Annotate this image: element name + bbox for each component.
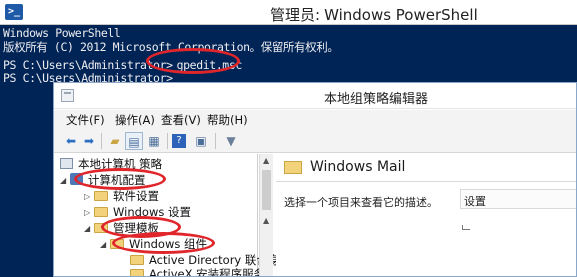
powershell-window-title: 管理员: Windows PowerShell (270, 4, 478, 25)
filter-icon[interactable]: ▼ (222, 132, 240, 150)
detail-description: 选择一个项目来查看它的描述。 (284, 196, 438, 209)
tree-item-root[interactable]: 本地计算机 策略 (60, 156, 162, 172)
gpedit-window: 本地组策略编辑器 文件(F) 操作(A) 查看(V) 帮助(H) ⬅ ➡ ▰ ▤… (53, 82, 577, 277)
toolbar: ⬅ ➡ ▰ ▤ ▦ ? ▣ ▼ (54, 129, 576, 153)
menu-bar: 文件(F) 操作(A) 查看(V) 帮助(H) (54, 110, 576, 129)
folder-icon (130, 255, 144, 265)
gpedit-titlebar: 本地组策略编辑器 (54, 83, 576, 109)
column-header-setting[interactable]: 设置 (460, 189, 576, 209)
menu-view[interactable]: 查看(V) (161, 112, 201, 128)
detail-pane: Windows Mail 选择一个项目来查看它的描述。 设置 (276, 154, 576, 276)
policy-tree: 本地计算机 策略 ◢ 计算机配置 ▷ 软件设置 ▷ Windows 设置 ◢ 管理模板 … (54, 154, 291, 276)
forward-arrow-icon[interactable]: ➡ (80, 132, 98, 150)
back-arrow-icon[interactable]: ⬅ (62, 132, 80, 150)
computer-policy-icon (60, 158, 73, 169)
tree-item-label: 软件设置 (113, 189, 159, 203)
powershell-icon: >_ (5, 4, 23, 20)
expanded-arrow-icon[interactable]: ◢ (100, 240, 110, 249)
powershell-titlebar: >_ 管理员: Windows PowerShell (0, 0, 577, 25)
console-line-banner: Windows PowerShell (3, 26, 121, 40)
menu-file[interactable]: 文件(F) (66, 112, 105, 128)
folder-icon (94, 191, 108, 201)
toolbar-separator (101, 133, 102, 149)
tree-item-windows-components[interactable]: ◢ Windows 组件 (100, 236, 207, 252)
computer-config-icon (70, 173, 83, 185)
title-app-name: Windows PowerShell (324, 6, 478, 24)
console-command: gpedit.msc (176, 58, 243, 72)
help-icon[interactable]: ? (172, 134, 186, 148)
detail-header: Windows Mail (276, 154, 576, 182)
folder-icon (110, 239, 124, 249)
folder-icon (94, 207, 108, 217)
tree-item-label: Windows 设置 (113, 205, 191, 219)
scroll-down-arrow-icon[interactable]: ▲ (263, 216, 269, 225)
collapsed-arrow-icon[interactable]: ▷ (84, 208, 94, 217)
folder-icon (130, 269, 144, 276)
collapsed-arrow-icon[interactable]: ▷ (84, 192, 94, 201)
console-line-copyright: 版权所有 (C) 2012 Microsoft Corporation。保留所有… (3, 40, 339, 54)
properties-icon[interactable]: ▣ (192, 132, 210, 150)
show-hide-tree-icon[interactable]: ▤ (125, 132, 143, 150)
title-prefix: 管理员: (270, 6, 321, 24)
tree-item-label: 计算机配置 (88, 173, 146, 187)
expanded-arrow-icon[interactable]: ◢ (84, 224, 94, 233)
folder-icon (94, 223, 108, 233)
tree-item-computer-config[interactable]: ◢ 计算机配置 (60, 172, 146, 188)
tree-item-software-settings[interactable]: ▷ 软件设置 (84, 188, 159, 204)
detail-title: Windows Mail (310, 159, 406, 175)
tree-scrollbar[interactable]: ▲ ▲ (259, 154, 273, 276)
scroll-thumb[interactable] (262, 170, 271, 210)
folder-icon (284, 161, 302, 174)
folder-up-icon[interactable]: ▰ (106, 132, 124, 150)
tree-item-activex[interactable]: ActiveX 安装程序服务 (120, 266, 266, 277)
console-prompt: PS C:\Users\Administrator> (3, 58, 173, 72)
tree-item-label: ActiveX 安装程序服务 (149, 267, 266, 277)
window-icon (61, 89, 74, 102)
tree-item-windows-settings[interactable]: ▷ Windows 设置 (84, 204, 191, 220)
column-header-label: 设置 (464, 195, 486, 208)
menu-help[interactable]: 帮助(H) (207, 112, 248, 128)
tree-item-label: 管理模板 (113, 221, 159, 235)
tree-item-label: 本地计算机 策略 (78, 157, 163, 171)
scroll-up-arrow-icon[interactable]: ▲ (263, 156, 269, 165)
list-corner-mark (462, 225, 470, 230)
export-list-icon[interactable]: ▦ (145, 132, 163, 150)
toolbar-separator (167, 133, 168, 149)
expanded-arrow-icon[interactable]: ◢ (60, 176, 70, 185)
tree-item-admin-templates[interactable]: ◢ 管理模板 (84, 220, 159, 236)
console-line-command: PS C:\Users\Administrator> gpedit.msc (3, 58, 242, 72)
gpedit-window-title: 本地组策略编辑器 (324, 92, 429, 107)
menu-action[interactable]: 操作(A) (115, 112, 155, 128)
toolbar-separator (215, 133, 216, 149)
tree-item-label: Windows 组件 (129, 237, 207, 251)
